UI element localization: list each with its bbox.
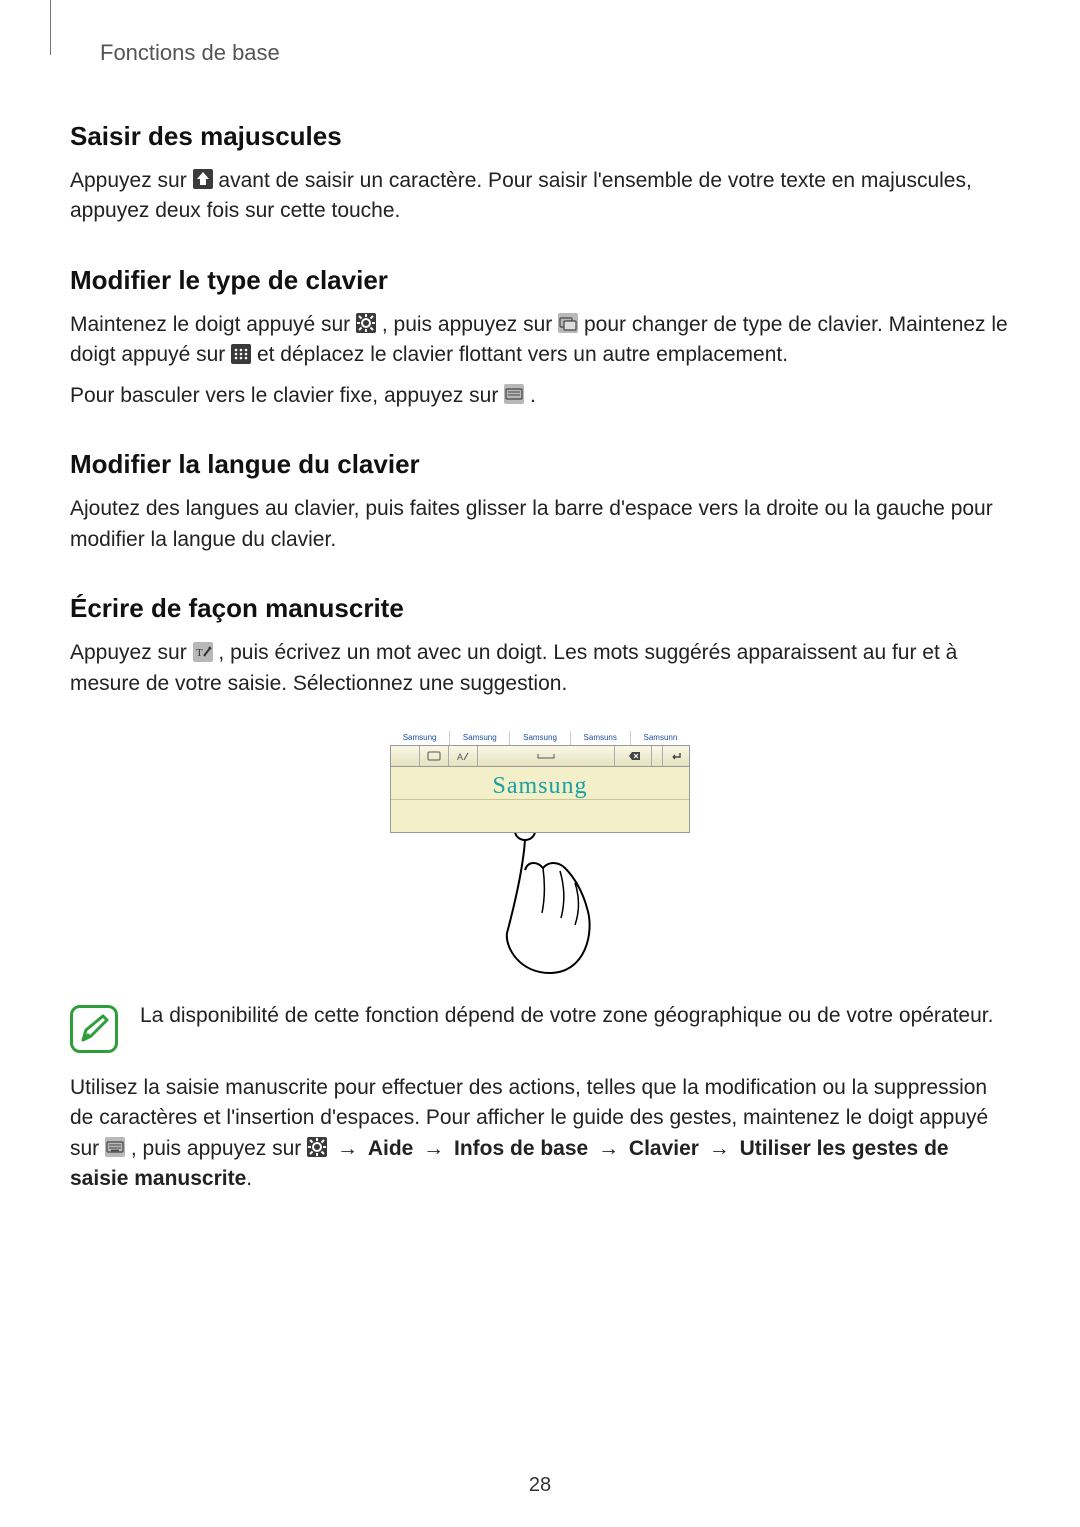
heading-ecrire-manuscrite: Écrire de façon manuscrite (70, 593, 1010, 624)
hand-illustration (390, 813, 690, 983)
svg-text:A: A (457, 752, 463, 762)
note: La disponibilité de cette fonction dépen… (70, 1001, 1010, 1053)
note-text: La disponibilité de cette fonction dépen… (140, 1001, 993, 1031)
gear-icon (307, 1137, 327, 1157)
text: , puis appuyez sur (131, 1137, 307, 1160)
text: et déplacez le clavier flottant vers un … (257, 343, 788, 366)
note-icon (70, 1005, 118, 1053)
running-head: Fonctions de base (100, 40, 1010, 66)
suggestion: Samsung (450, 731, 510, 745)
toolbar-row: A (390, 745, 690, 767)
paragraph: Ajoutez des langues au clavier, puis fai… (70, 494, 1010, 555)
shift-icon (193, 169, 213, 189)
fixed-keyboard-icon (504, 384, 524, 404)
margin-rule (50, 0, 51, 55)
paragraph: Maintenez le doigt appuyé sur , puis app… (70, 310, 1010, 371)
text: . (246, 1167, 252, 1190)
page: Fonctions de base Saisir des majuscules … (0, 0, 1080, 1527)
spacebar-key (478, 746, 615, 766)
text: Pour basculer vers le clavier fixe, appu… (70, 384, 504, 407)
suggestion-row: Samsung Samsung Samsung Samsuns Samsunn (390, 731, 690, 745)
heading-modifier-type-clavier: Modifier le type de clavier (70, 265, 1010, 296)
gear-icon (356, 313, 376, 333)
arrow-separator: → (333, 1137, 368, 1160)
suggestion: Samsung (390, 731, 450, 745)
text: Maintenez le doigt appuyé sur (70, 313, 356, 336)
text: . (530, 384, 536, 407)
language-icon: A (449, 746, 478, 766)
text: , puis appuyez sur (382, 313, 558, 336)
paragraph: Appuyez sur avant de saisir un caractère… (70, 166, 1010, 227)
svg-text:T: T (196, 647, 203, 659)
arrow-separator: → (705, 1137, 740, 1160)
handwritten-text: Samsung (391, 773, 689, 800)
keyboard-mock: Samsung Samsung Samsung Samsuns Samsunn … (390, 731, 690, 833)
key (391, 746, 420, 766)
paragraph: Pour basculer vers le clavier fixe, appu… (70, 381, 1010, 411)
key (652, 746, 663, 766)
paragraph: Appuyez sur T , puis écrivez un mot avec… (70, 638, 1010, 699)
handwriting-figure: Samsung Samsung Samsung Samsuns Samsunn … (70, 731, 1010, 983)
arrow-separator: → (594, 1137, 629, 1160)
heading-saisir-majuscules: Saisir des majuscules (70, 121, 1010, 152)
text: Appuyez sur (70, 169, 193, 192)
text: Appuyez sur (70, 641, 193, 664)
suggestion: Samsunn (631, 731, 690, 745)
drag-grid-icon (231, 344, 251, 364)
floating-keyboard-icon (558, 313, 578, 333)
menu-path-item: Infos de base (454, 1137, 588, 1160)
keyboard-switch-icon (420, 746, 449, 766)
page-number: 28 (0, 1474, 1080, 1497)
suggestion: Samsuns (571, 731, 631, 745)
menu-path-item: Clavier (629, 1137, 699, 1160)
paragraph: Utilisez la saisie manuscrite pour effec… (70, 1073, 1010, 1195)
backspace-icon (615, 746, 652, 766)
figure-inner: Samsung Samsung Samsung Samsuns Samsunn … (390, 731, 690, 983)
enter-icon (663, 746, 689, 766)
menu-path-item: Aide (368, 1137, 414, 1160)
heading-modifier-langue-clavier: Modifier la langue du clavier (70, 449, 1010, 480)
handwriting-mode-icon: T (193, 642, 213, 662)
keyboard-icon (105, 1137, 125, 1157)
handwriting-area: Samsung (390, 767, 690, 833)
suggestion: Samsung (510, 731, 570, 745)
arrow-separator: → (419, 1137, 454, 1160)
